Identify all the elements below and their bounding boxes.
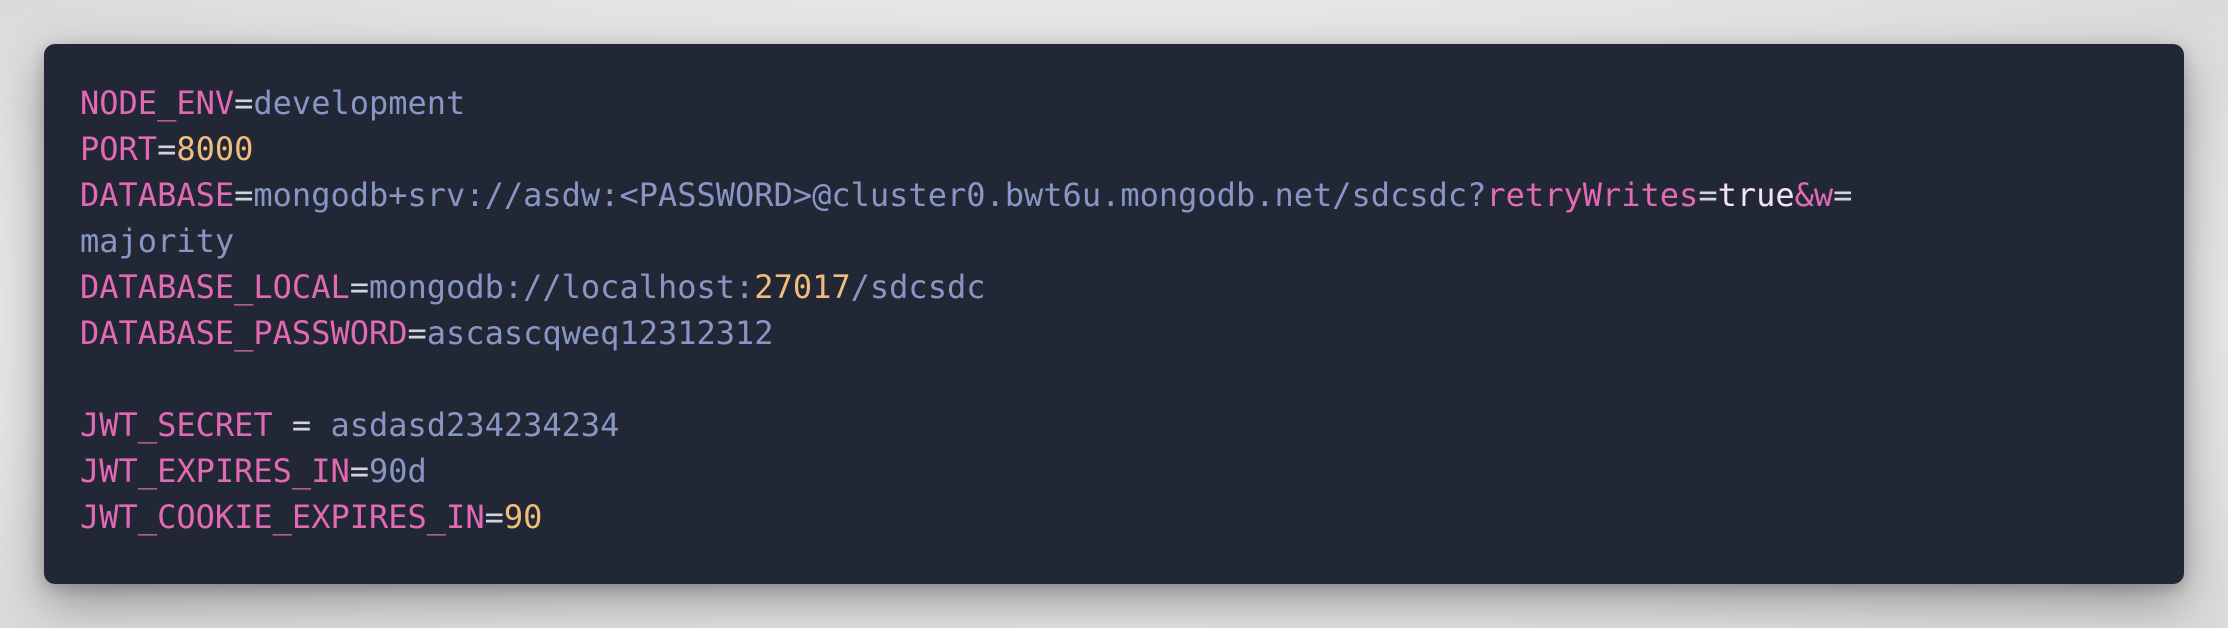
equals-sign: = [407, 314, 427, 352]
equals-sign: = [157, 130, 177, 168]
query-param-boolean: true [1717, 176, 1795, 214]
equals-sign: = [349, 268, 369, 306]
code-snippet-card: NODE_ENV=development PORT=8000 DATABASE=mo… [44, 44, 2184, 584]
equals-sign: = [484, 498, 504, 536]
code-line-database-wrap: majority [80, 218, 2148, 264]
env-value: mongodb+srv://asdw:<PASSWORD>@cluster0.b… [253, 176, 1487, 214]
env-key: JWT_COOKIE_EXPIRES_IN [80, 498, 485, 536]
env-value: ascascqweq12312312 [426, 314, 774, 352]
equals-sign: = [234, 176, 254, 214]
env-key: NODE_ENV [80, 84, 235, 122]
env-value-path: /sdcsdc [850, 268, 986, 306]
env-value: development [253, 84, 466, 122]
env-key: DATABASE_PASSWORD [80, 314, 408, 352]
code-line-port: PORT=8000 [80, 126, 2148, 172]
env-number-value: 90 [503, 498, 543, 536]
equals-sign: = [1698, 176, 1718, 214]
code-line-database-local: DATABASE_LOCAL=mongodb://localhost:27017… [80, 264, 2148, 310]
equals-sign: = [1833, 176, 1853, 214]
env-key: JWT_SECRET [80, 406, 273, 444]
env-port-number: 27017 [754, 268, 851, 306]
query-param-key: retryWrites [1486, 176, 1699, 214]
env-value: asdasd234234234 [330, 406, 620, 444]
env-key: DATABASE_LOCAL [80, 268, 350, 306]
equals-sign: = [272, 406, 331, 444]
code-line-jwt-expires-in: JWT_EXPIRES_IN=90d [80, 448, 2148, 494]
env-value: 90d [368, 452, 427, 490]
code-line-database: DATABASE=mongodb+srv://asdw:<PASSWORD>@c… [80, 172, 2148, 218]
env-number-value: 8000 [176, 130, 254, 168]
env-code-block: NODE_ENV=development PORT=8000 DATABASE=mo… [80, 80, 2148, 540]
ampersand: & [1794, 176, 1814, 214]
equals-sign: = [234, 84, 254, 122]
env-key: JWT_EXPIRES_IN [80, 452, 350, 490]
env-value: mongodb://localhost: [368, 268, 755, 306]
env-value-wrapped: majority [80, 222, 235, 260]
code-line-jwt-secret: JWT_SECRET = asdasd234234234 [80, 402, 2148, 448]
code-line-jwt-cookie-expires-in: JWT_COOKIE_EXPIRES_IN=90 [80, 494, 2148, 540]
code-line-database-password: DATABASE_PASSWORD=ascascqweq12312312 [80, 310, 2148, 356]
env-key: DATABASE [80, 176, 235, 214]
query-param-key: w [1813, 176, 1834, 214]
env-key: PORT [80, 130, 158, 168]
code-line-node-env: NODE_ENV=development [80, 80, 2148, 126]
equals-sign: = [349, 452, 369, 490]
